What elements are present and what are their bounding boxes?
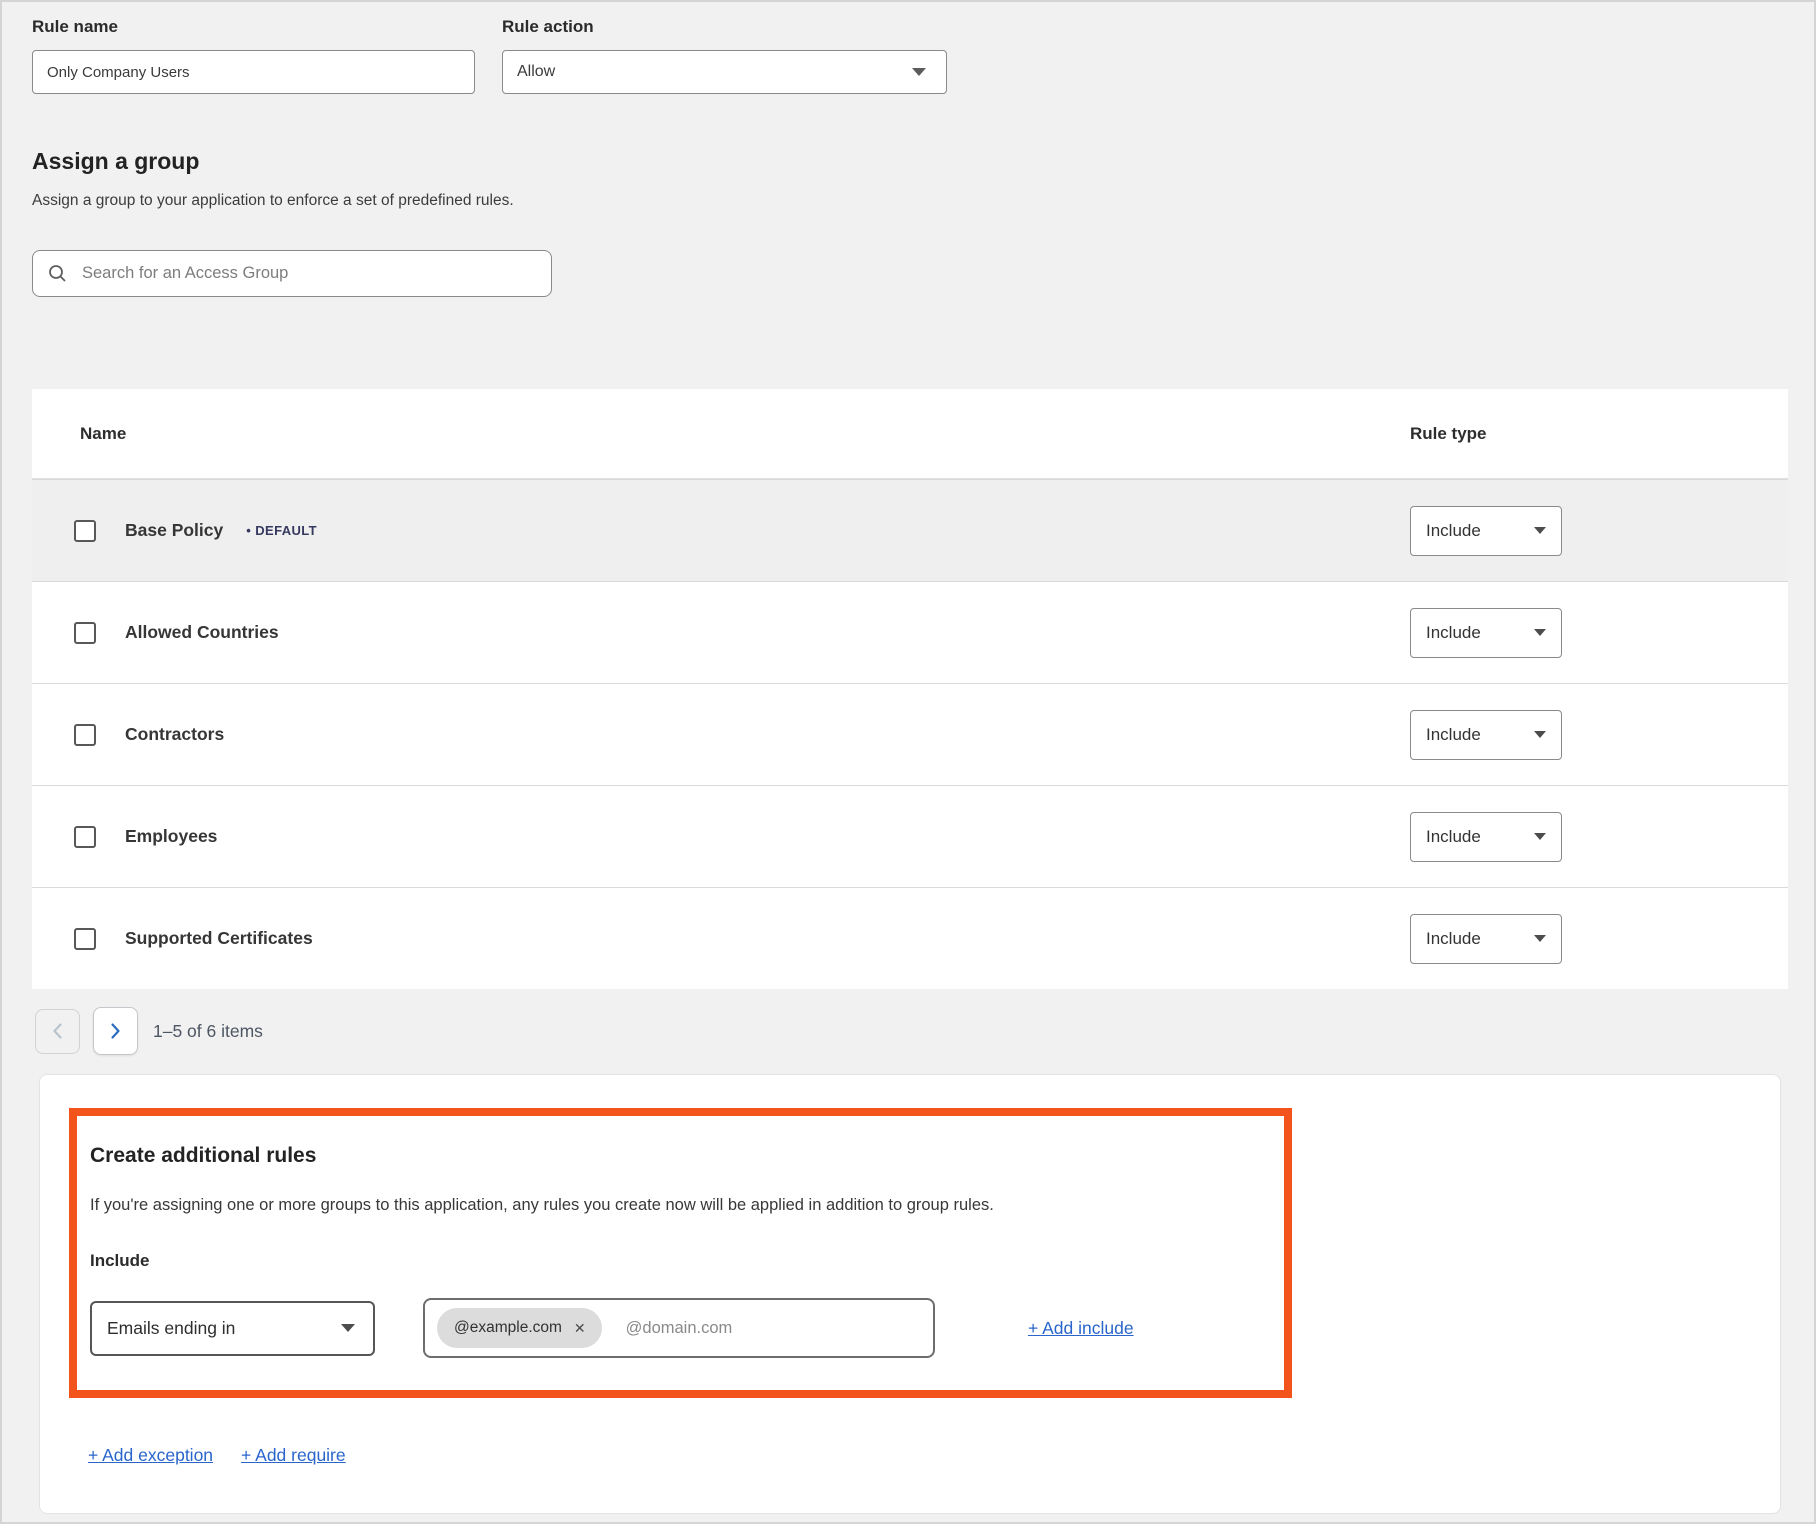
access-group-search <box>32 250 552 297</box>
search-icon <box>48 264 67 283</box>
table-row-contractors: Contractors Include <box>32 683 1788 785</box>
table-row-base-policy: Base Policy • DEFAULT Include <box>32 479 1788 581</box>
row-rule-type-cell: Include <box>1410 710 1788 760</box>
rule-criteria-value: Emails ending in <box>107 1318 235 1339</box>
row-rule-type-cell: Include <box>1410 506 1788 556</box>
row-checkbox[interactable] <box>74 622 96 644</box>
rule-action-field-group: Rule action Allow <box>502 17 947 94</box>
rule-type-select[interactable]: Include <box>1410 608 1562 658</box>
group-name: Supported Certificates <box>125 928 313 949</box>
chevron-down-icon <box>341 1324 355 1332</box>
next-page-button[interactable] <box>93 1007 138 1055</box>
include-rule-controls: Emails ending in @example.com ✕ + Add in… <box>90 1298 1260 1358</box>
rule-form: Rule name Rule action Allow <box>2 2 1814 94</box>
create-rules-highlight-box: Create additional rules If you're assign… <box>69 1108 1292 1398</box>
additional-rules-card: Create additional rules If you're assign… <box>39 1074 1781 1514</box>
chevron-down-icon <box>1534 527 1546 534</box>
row-name-cell: Base Policy • DEFAULT <box>32 520 1410 542</box>
chevron-down-icon <box>1534 833 1546 840</box>
row-rule-type-cell: Include <box>1410 608 1788 658</box>
column-header-name: Name <box>32 424 1410 444</box>
row-rule-type-cell: Include <box>1410 914 1788 964</box>
table-row-allowed-countries: Allowed Countries Include <box>32 581 1788 683</box>
default-badge: • DEFAULT <box>246 523 317 538</box>
add-include-link[interactable]: + Add include <box>1028 1318 1134 1339</box>
chevron-left-icon <box>52 1022 63 1040</box>
row-name-cell: Allowed Countries <box>32 622 1410 644</box>
search-input[interactable] <box>80 263 536 284</box>
access-rule-config-page: Rule name Rule action Allow Assign a gro… <box>0 0 1816 1524</box>
chevron-down-icon <box>1534 731 1546 738</box>
create-rules-description: If you're assigning one or more groups t… <box>90 1195 1260 1215</box>
previous-page-button[interactable] <box>35 1009 80 1054</box>
group-name: Contractors <box>125 724 224 745</box>
rule-name-label: Rule name <box>32 17 475 35</box>
rule-action-label: Rule action <box>502 17 947 35</box>
rule-action-links: + Add exception + Add require <box>88 1445 1780 1466</box>
add-require-link[interactable]: + Add require <box>241 1445 346 1466</box>
pagination-status: 1–5 of 6 items <box>153 1021 263 1042</box>
table-row-supported-certificates: Supported Certificates Include <box>32 887 1788 989</box>
access-group-table: Name Rule type Base Policy • DEFAULT Inc… <box>32 389 1788 989</box>
create-rules-heading: Create additional rules <box>90 1143 1260 1168</box>
rule-name-input[interactable] <box>32 50 475 94</box>
assign-group-heading: Assign a group <box>32 147 1814 175</box>
rule-name-field-group: Rule name <box>32 17 475 94</box>
table-row-employees: Employees Include <box>32 785 1788 887</box>
group-name: Employees <box>125 826 217 847</box>
assign-group-description: Assign a group to your application to en… <box>32 192 1814 210</box>
chevron-down-icon <box>1534 935 1546 942</box>
chevron-right-icon <box>110 1022 121 1040</box>
rule-criteria-select[interactable]: Emails ending in <box>90 1301 375 1356</box>
group-name: Allowed Countries <box>125 622 279 643</box>
rule-type-select[interactable]: Include <box>1410 506 1562 556</box>
row-name-cell: Supported Certificates <box>32 928 1410 950</box>
column-header-rule-type: Rule type <box>1410 424 1788 444</box>
group-name: Base Policy <box>125 520 223 541</box>
row-checkbox[interactable] <box>74 826 96 848</box>
table-header: Name Rule type <box>32 389 1788 479</box>
row-checkbox[interactable] <box>74 520 96 542</box>
row-checkbox[interactable] <box>74 928 96 950</box>
add-exception-link[interactable]: + Add exception <box>88 1445 213 1466</box>
rule-action-value: Allow <box>517 63 555 81</box>
email-domain-input-wrapper: @example.com ✕ <box>423 1298 935 1358</box>
chevron-down-icon <box>1534 629 1546 636</box>
rule-type-select[interactable]: Include <box>1410 812 1562 862</box>
row-rule-type-cell: Include <box>1410 812 1788 862</box>
include-label: Include <box>90 1251 1260 1271</box>
rule-type-select[interactable]: Include <box>1410 914 1562 964</box>
email-domain-tag: @example.com ✕ <box>437 1308 602 1348</box>
row-checkbox[interactable] <box>74 724 96 746</box>
row-name-cell: Contractors <box>32 724 1410 746</box>
chevron-down-icon <box>912 68 926 76</box>
rule-type-value: Include <box>1426 623 1481 643</box>
rule-action-select[interactable]: Allow <box>502 50 947 94</box>
rule-type-value: Include <box>1426 929 1481 949</box>
remove-tag-icon[interactable]: ✕ <box>574 1321 586 1335</box>
rule-type-select[interactable]: Include <box>1410 710 1562 760</box>
rule-type-value: Include <box>1426 725 1481 745</box>
rule-type-value: Include <box>1426 827 1481 847</box>
rule-type-value: Include <box>1426 521 1481 541</box>
row-name-cell: Employees <box>32 826 1410 848</box>
pagination: 1–5 of 6 items <box>35 1007 1814 1055</box>
email-domain-input[interactable] <box>624 1318 921 1339</box>
tag-label: @example.com <box>454 1319 562 1337</box>
